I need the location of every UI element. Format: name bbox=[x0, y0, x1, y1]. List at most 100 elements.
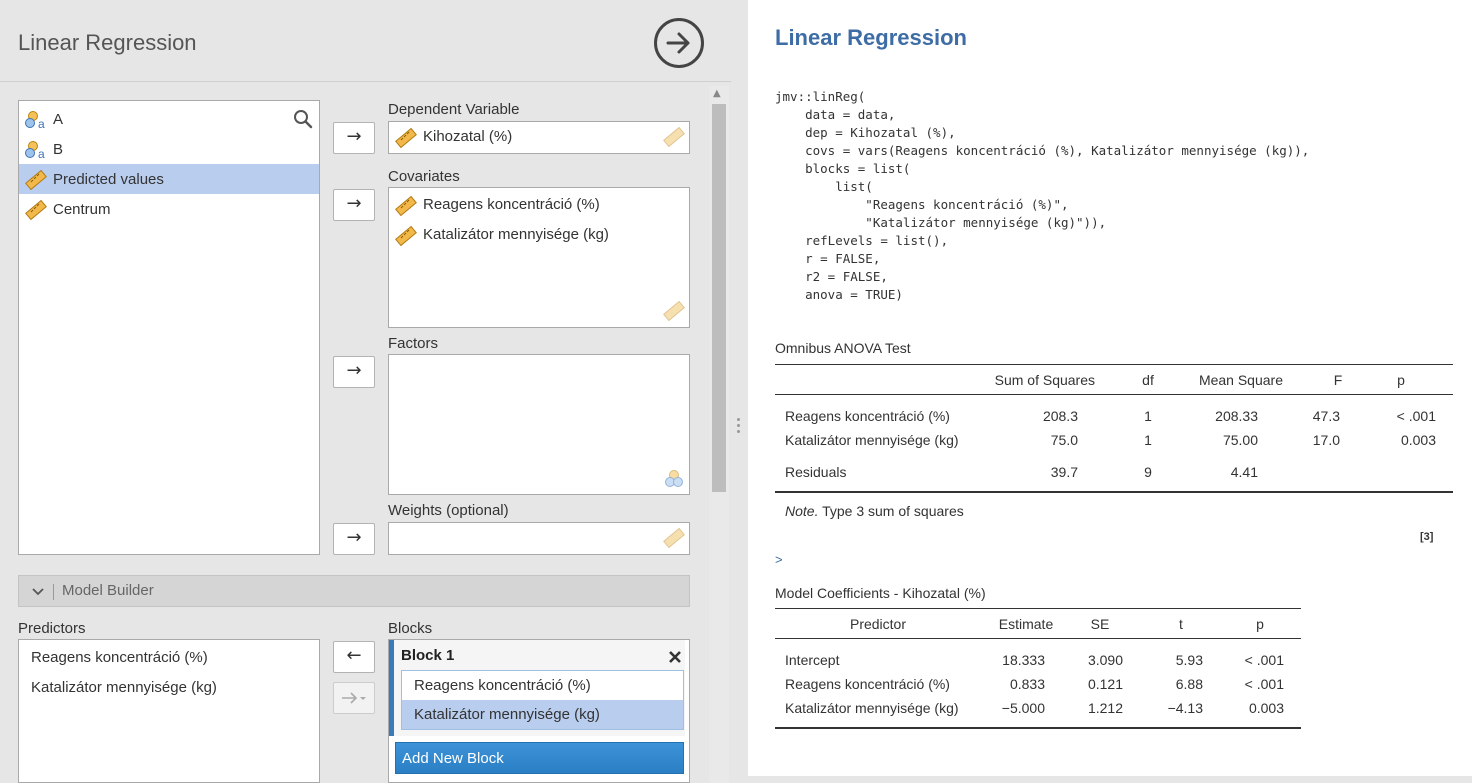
anova-cell-p: < .001 bbox=[1396, 408, 1436, 424]
svg-text:a: a bbox=[38, 117, 45, 130]
coef-cell-t: −4.13 bbox=[1167, 700, 1203, 716]
predictor-item[interactable]: Katalizátor mennyisége (kg) bbox=[31, 679, 217, 696]
coef-header-t: t bbox=[1179, 616, 1183, 632]
variable-item-a[interactable]: a A bbox=[19, 104, 319, 134]
table-rule bbox=[775, 727, 1301, 729]
model-builder-header[interactable]: Model Builder bbox=[18, 575, 690, 607]
anova-cell-name: Residuals bbox=[785, 464, 847, 480]
anova-cell-ss: 39.7 bbox=[1050, 464, 1078, 480]
run-button[interactable] bbox=[654, 18, 704, 68]
variable-list[interactable]: a A a B Predicted values Centrum bbox=[18, 100, 320, 555]
block-term-label: Reagens koncentráció (%) bbox=[414, 677, 591, 694]
coef-cell-p: < .001 bbox=[1244, 676, 1284, 692]
coef-cell-p: < .001 bbox=[1244, 652, 1284, 668]
add-new-block-label: Add New Block bbox=[402, 750, 504, 767]
table-rule bbox=[775, 608, 1301, 609]
coef-header-se: SE bbox=[1090, 616, 1110, 632]
coef-cell-se: 1.212 bbox=[1087, 700, 1123, 716]
coef-cell-name: Reagens koncentráció (%) bbox=[785, 676, 950, 692]
anova-cell-ss: 208.3 bbox=[1042, 408, 1078, 424]
block-term-item[interactable]: Reagens koncentráció (%) bbox=[402, 671, 683, 700]
coef-cell-t: 5.93 bbox=[1175, 652, 1203, 668]
syntax-code: jmv::linReg( data = data, dep = Kihozata… bbox=[775, 89, 1310, 302]
move-to-predictors-button[interactable]: ← bbox=[333, 641, 375, 673]
anova-cell-p: 0.003 bbox=[1400, 432, 1436, 448]
predictors-list[interactable]: Reagens koncentráció (%) Katalizátor men… bbox=[18, 639, 320, 783]
predictors-label: Predictors bbox=[18, 620, 86, 637]
variable-item-centrum[interactable]: Centrum bbox=[19, 194, 319, 224]
block-1[interactable]: Block 1 Reagens koncentráció (%) Kataliz… bbox=[389, 640, 685, 736]
anova-cell-ms: 208.33 bbox=[1215, 408, 1258, 424]
arrow-right-dropdown-icon bbox=[342, 692, 366, 704]
variable-label: Centrum bbox=[53, 201, 111, 218]
results-panel: Linear Regression jmv::linReg( data = da… bbox=[748, 0, 1472, 776]
covariate-label: Katalizátor mennyisége (kg) bbox=[423, 226, 609, 243]
note-text: Type 3 sum of squares bbox=[818, 503, 964, 519]
coef-header-estimate: Estimate bbox=[998, 616, 1054, 632]
predictor-item[interactable]: Reagens koncentráció (%) bbox=[31, 649, 208, 666]
anova-cell-name: Reagens koncentráció (%) bbox=[785, 408, 950, 424]
scroll-thumb[interactable] bbox=[712, 104, 726, 492]
options-panel: Linear Regression a A a B Predicted valu… bbox=[0, 0, 731, 783]
table-rule bbox=[775, 491, 1453, 493]
panel-divider[interactable] bbox=[731, 0, 748, 783]
anova-header-ms: Mean Square bbox=[1198, 372, 1283, 388]
move-to-factors-button[interactable]: → bbox=[333, 356, 375, 388]
dependent-label: Dependent Variable bbox=[388, 101, 520, 118]
table-rule bbox=[775, 394, 1453, 395]
dependent-box[interactable]: Kihozatal (%) bbox=[388, 121, 690, 154]
coef-cell-t: 6.88 bbox=[1175, 676, 1203, 692]
close-icon[interactable] bbox=[668, 650, 682, 664]
move-to-dependent-button[interactable]: → bbox=[333, 122, 375, 154]
model-builder-label: Model Builder bbox=[62, 582, 154, 599]
covariate-label: Reagens koncentráció (%) bbox=[423, 196, 600, 213]
scroll-up-icon[interactable]: ▲ bbox=[713, 88, 721, 99]
block-term-item[interactable]: Katalizátor mennyisége (kg) bbox=[402, 700, 683, 729]
variable-item-predicted-values[interactable]: Predicted values bbox=[19, 164, 319, 194]
ruler-hint-icon bbox=[663, 301, 685, 321]
coef-cell-name: Katalizátor mennyisége (kg) bbox=[785, 700, 959, 716]
anova-header-f: F bbox=[1333, 372, 1343, 388]
variable-label: B bbox=[53, 141, 64, 158]
factors-box[interactable] bbox=[388, 354, 690, 495]
anova-cell-name: Katalizátor mennyisége (kg) bbox=[785, 432, 959, 448]
blocks-label: Blocks bbox=[388, 620, 433, 637]
search-icon[interactable] bbox=[293, 109, 313, 129]
coef-cell-estimate: −5.000 bbox=[1001, 700, 1045, 716]
svg-text:a: a bbox=[38, 147, 45, 160]
move-to-block-button[interactable] bbox=[333, 682, 375, 714]
ruler-icon bbox=[395, 226, 417, 246]
weights-box[interactable] bbox=[388, 522, 690, 555]
dependent-value: Kihozatal (%) bbox=[423, 128, 513, 145]
anova-cell-ms: 4.41 bbox=[1230, 464, 1258, 480]
blocks-box: Block 1 Reagens koncentráció (%) Kataliz… bbox=[388, 639, 690, 783]
nominal-icon: a bbox=[25, 111, 45, 130]
covariates-box[interactable]: Reagens koncentráció (%) Katalizátor men… bbox=[388, 187, 690, 328]
ruler-hint-icon bbox=[663, 127, 685, 147]
coef-cell-estimate: 18.333 bbox=[1002, 652, 1045, 668]
block-terms-list[interactable]: Reagens koncentráció (%) Katalizátor men… bbox=[401, 670, 684, 730]
anova-cell-ss: 75.0 bbox=[1050, 432, 1078, 448]
move-to-weights-button[interactable]: → bbox=[333, 523, 375, 555]
options-scrollbar[interactable]: ▲ bbox=[709, 86, 729, 783]
coef-cell-se: 3.090 bbox=[1087, 652, 1123, 668]
add-new-block-button[interactable]: Add New Block bbox=[395, 742, 684, 774]
coef-header-p: p bbox=[1256, 616, 1264, 632]
move-to-covariates-button[interactable]: → bbox=[333, 189, 375, 221]
variable-item-b[interactable]: a B bbox=[19, 134, 319, 164]
table-rule bbox=[775, 638, 1301, 639]
variable-label: A bbox=[53, 111, 64, 128]
results-title: Linear Regression bbox=[775, 25, 967, 50]
drag-handle-icon[interactable] bbox=[737, 418, 740, 436]
anova-cell-ms: 75.00 bbox=[1222, 432, 1258, 448]
block-term-label: Katalizátor mennyisége (kg) bbox=[414, 706, 600, 723]
results-bottom-strip bbox=[748, 776, 1472, 783]
anova-cell-f: 47.3 bbox=[1312, 408, 1340, 424]
coef-cell-estimate: 0.833 bbox=[1009, 676, 1045, 692]
coefficients-table-title: Model Coefficients - Kihozatal (%) bbox=[775, 585, 986, 601]
syntax-prompt[interactable]: > bbox=[775, 552, 783, 567]
ruler-icon bbox=[395, 128, 417, 148]
table-rule bbox=[775, 364, 1453, 365]
options-header: Linear Regression bbox=[0, 0, 731, 82]
anova-header-p: p bbox=[1397, 372, 1405, 388]
